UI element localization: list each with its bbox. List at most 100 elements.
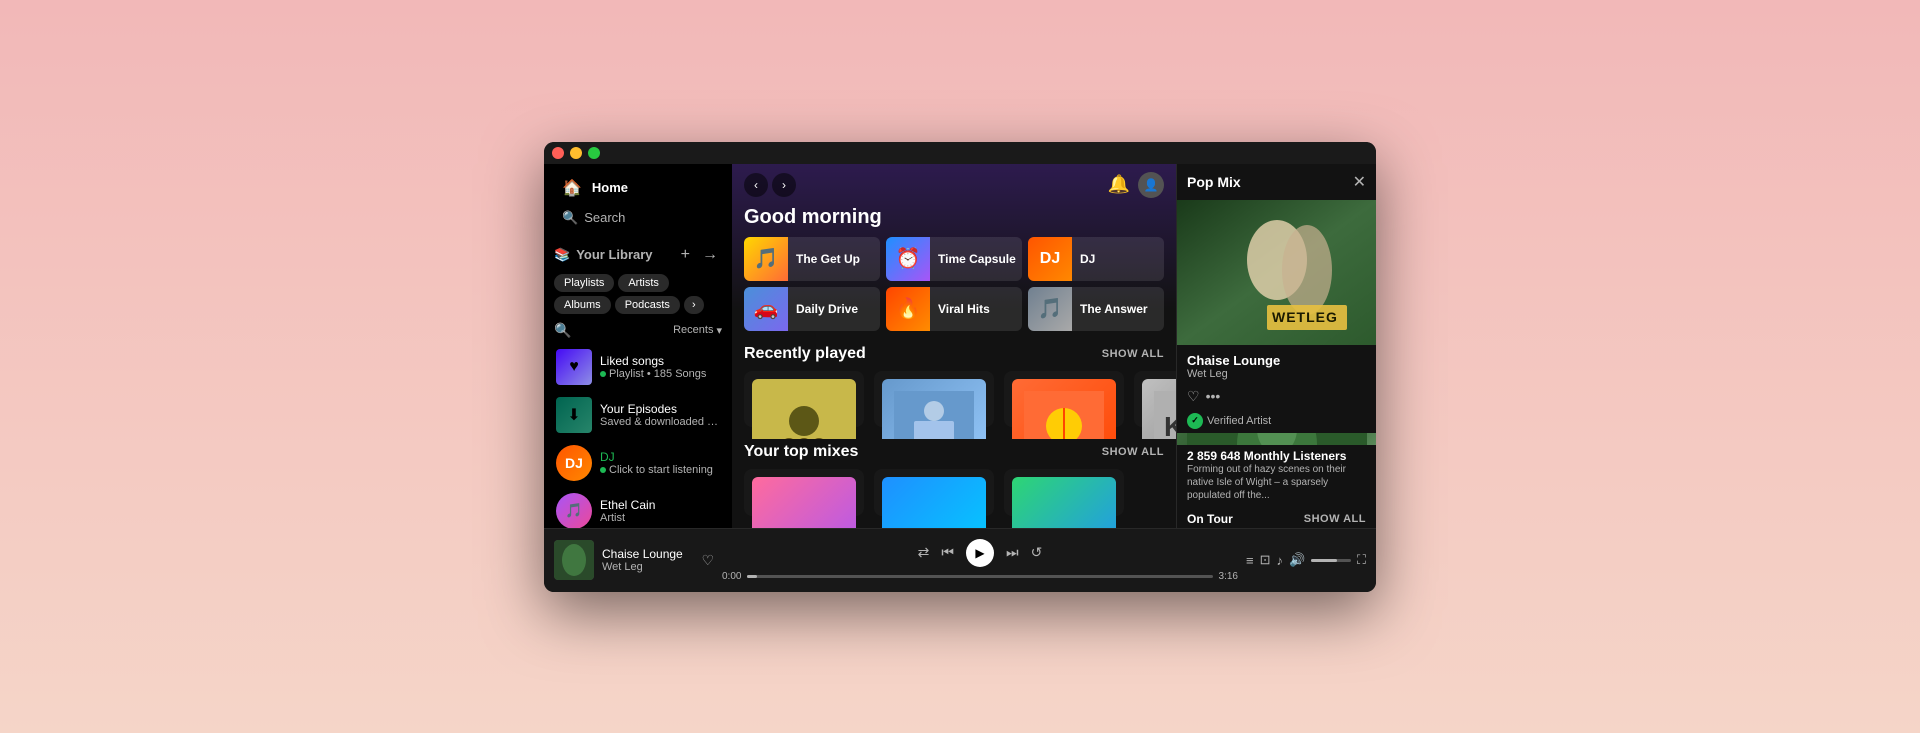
top-mix-card-1[interactable] bbox=[744, 469, 864, 515]
fullscreen-btn[interactable]: ⛶ bbox=[1357, 552, 1366, 568]
dj-meta: Click to start listening bbox=[609, 464, 713, 476]
quick-item-viral-hits[interactable]: 🔥 Viral Hits bbox=[886, 287, 1022, 331]
card-electric-feeling[interactable]: Electric Feeling Decora bbox=[744, 371, 864, 428]
monthly-count: 2 859 648 Monthly Listeners bbox=[1187, 449, 1366, 463]
top-mixes-title: Your top mixes bbox=[744, 443, 858, 461]
dj-quick-label: DJ bbox=[1080, 252, 1095, 266]
svg-text:WETLEG: WETLEG bbox=[1272, 309, 1338, 325]
play-pause-btn[interactable]: ▶ bbox=[966, 539, 994, 567]
nav-back-btn[interactable]: ‹ bbox=[744, 173, 768, 197]
card-staycation[interactable]: Staycation Blvls Freshly bbox=[1004, 371, 1124, 428]
right-panel: Pop Mix ✕ bbox=[1176, 164, 1376, 528]
episodes-info: Your Episodes Saved & downloaded episode… bbox=[600, 402, 720, 428]
minimize-button[interactable] bbox=[570, 147, 582, 159]
get-up-thumb: 🎵 bbox=[744, 237, 788, 281]
player-buttons: ⇄ ⏮ ▶ ⏭ ↺ bbox=[918, 539, 1043, 567]
library-search-icon[interactable]: 🔍 bbox=[554, 322, 571, 339]
filter-tab-playlists[interactable]: Playlists bbox=[554, 274, 614, 292]
shuffle-btn[interactable]: ⇄ bbox=[918, 544, 930, 561]
on-tour-show-all[interactable]: Show all bbox=[1304, 513, 1366, 525]
sidebar-search[interactable]: 🔍 Search bbox=[554, 204, 722, 232]
top-mix-card-2[interactable] bbox=[874, 469, 994, 515]
top-mixes-show-all[interactable]: Show all bbox=[1102, 446, 1164, 458]
sidebar-top: 🏠 Home 🔍 Search bbox=[544, 164, 732, 236]
search-icon: 🔍 bbox=[562, 210, 578, 226]
library-expand-btn[interactable]: → bbox=[698, 244, 722, 266]
devices-btn[interactable]: ⊡ bbox=[1260, 552, 1271, 568]
viral-hits-thumb: 🔥 bbox=[886, 287, 930, 331]
panel-more-btn[interactable]: ••• bbox=[1206, 388, 1221, 404]
quick-item-the-answer[interactable]: 🎵 The Answer bbox=[1028, 287, 1164, 331]
player-controls: ⇄ ⏮ ▶ ⏭ ↺ 0:00 3:16 bbox=[722, 539, 1238, 582]
library-item-liked-songs[interactable]: ♥ Liked songs Playlist • 185 Songs bbox=[550, 343, 726, 391]
close-button[interactable] bbox=[552, 147, 564, 159]
library-actions: + → bbox=[677, 244, 722, 266]
recently-played-show-all[interactable]: Show all bbox=[1102, 348, 1164, 360]
top-mixes-cards bbox=[732, 469, 1176, 527]
library-filter-tabs: Playlists Artists Albums Podcasts › bbox=[544, 270, 732, 318]
progress-bar[interactable] bbox=[747, 575, 1212, 578]
panel-heart-btn[interactable]: ♡ bbox=[1187, 388, 1200, 405]
card-breakaway[interactable]: Breakaway Glassio bbox=[874, 371, 994, 428]
repeat-btn[interactable]: ↺ bbox=[1031, 544, 1043, 561]
library-item-dj[interactable]: DJ DJ Click to start listening bbox=[550, 439, 726, 487]
quick-item-daily-drive[interactable]: 🚗 Daily Drive bbox=[744, 287, 880, 331]
top-mixes-header: Your top mixes Show all bbox=[732, 439, 1176, 469]
filter-tab-podcasts[interactable]: Podcasts bbox=[615, 296, 680, 314]
prev-btn[interactable]: ⏮ bbox=[941, 544, 954, 561]
nav-forward-btn[interactable]: › bbox=[772, 173, 796, 197]
volume-btn[interactable]: 🔊 bbox=[1289, 552, 1305, 568]
time-current: 0:00 bbox=[722, 571, 741, 582]
quick-item-the-get-up[interactable]: 🎵 The Get Up bbox=[744, 237, 880, 281]
panel-track-name: Chaise Lounge bbox=[1187, 353, 1366, 368]
player-artist: Wet Leg bbox=[602, 561, 693, 573]
main-content: ‹ › 🔔 👤 Good morning 🎵 Th bbox=[732, 164, 1176, 528]
progress-fill bbox=[747, 575, 756, 578]
daily-drive-label: Daily Drive bbox=[796, 302, 858, 316]
player-bar: Chaise Lounge Wet Leg ♡ ⇄ ⏮ ▶ ⏭ ↺ 0:00 3… bbox=[544, 528, 1376, 592]
notifications-btn[interactable]: 🔔 bbox=[1108, 174, 1130, 195]
top-mix-card-3[interactable] bbox=[1004, 469, 1124, 515]
next-btn[interactable]: ⏭ bbox=[1006, 544, 1019, 561]
staycation-thumb bbox=[1012, 379, 1116, 440]
filter-tab-albums[interactable]: Albums bbox=[554, 296, 611, 314]
lyrics-btn[interactable]: ♪ bbox=[1277, 553, 1284, 568]
library-add-btn[interactable]: + bbox=[677, 244, 694, 266]
time-total: 3:16 bbox=[1219, 571, 1238, 582]
ethel-cain-thumb: 🎵 bbox=[556, 493, 592, 528]
maximize-button[interactable] bbox=[588, 147, 600, 159]
user-avatar[interactable]: 👤 bbox=[1138, 172, 1164, 198]
nav-arrows: ‹ › bbox=[744, 173, 796, 197]
the-answer-label: The Answer bbox=[1080, 302, 1148, 316]
queue-btn[interactable]: ≡ bbox=[1246, 553, 1254, 568]
on-tour-header: On Tour Show all bbox=[1177, 506, 1376, 528]
panel-actions: ♡ ••• bbox=[1177, 384, 1376, 409]
ethel-cain-name: Ethel Cain bbox=[600, 498, 720, 512]
panel-close-btn[interactable]: ✕ bbox=[1353, 172, 1366, 192]
library-sort[interactable]: Recents ▾ bbox=[673, 324, 722, 337]
card-pick-it-ups[interactable]: KIT UP! Pick it ups Michael Minelli bbox=[1134, 371, 1176, 428]
panel-album-art: WETLEG bbox=[1177, 200, 1376, 345]
quick-item-dj[interactable]: DJ DJ bbox=[1028, 237, 1164, 281]
verified-badge: ✓ Verified Artist bbox=[1177, 409, 1376, 433]
liked-songs-thumb: ♥ bbox=[556, 349, 592, 385]
breakaway-thumb bbox=[882, 379, 986, 440]
player-thumb bbox=[554, 540, 594, 580]
panel-header: Pop Mix ✕ bbox=[1177, 164, 1376, 200]
verified-label: Verified Artist bbox=[1207, 415, 1271, 427]
artist-art bbox=[1187, 433, 1367, 445]
volume-bar[interactable] bbox=[1311, 559, 1351, 562]
player-heart-btn[interactable]: ♡ bbox=[701, 552, 714, 569]
quick-item-time-capsule[interactable]: ⏰ Time Capsule bbox=[886, 237, 1022, 281]
library-icon: 📚 bbox=[554, 247, 570, 263]
filter-tab-artists[interactable]: Artists bbox=[618, 274, 669, 292]
top-mix-2-thumb bbox=[882, 477, 986, 527]
filter-tab-more[interactable]: › bbox=[684, 296, 704, 314]
sidebar-search-label: Search bbox=[584, 210, 625, 225]
library-title-btn[interactable]: 📚 Your Library bbox=[554, 247, 653, 263]
library-item-ethel-cain[interactable]: 🎵 Ethel Cain Artist bbox=[550, 487, 726, 528]
quick-access-grid: 🎵 The Get Up ⏰ Time Capsule DJ DJ bbox=[732, 237, 1176, 341]
library-item-episodes[interactable]: ⬇ Your Episodes Saved & downloaded episo… bbox=[550, 391, 726, 439]
sidebar-home[interactable]: 🏠 Home bbox=[554, 172, 722, 204]
library-header: 📚 Your Library + → bbox=[544, 236, 732, 270]
